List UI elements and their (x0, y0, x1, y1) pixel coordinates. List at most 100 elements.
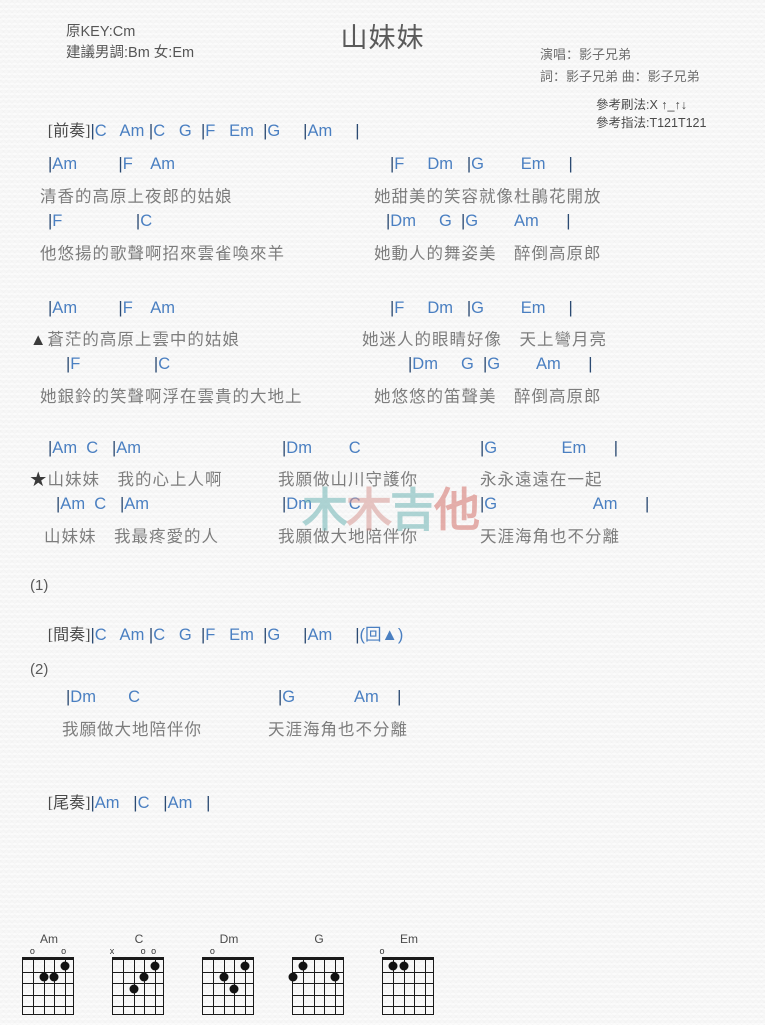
interlude-tag: [間奏] (47, 627, 91, 644)
verse2-chords-a-right: |F Dm |G Em | (390, 299, 573, 317)
chorus-chords-a-mid: |Dm C (282, 439, 361, 457)
chorus-chords-b-right: |G Am | (480, 495, 650, 513)
singer-credit: 演唱：影子兄弟 (540, 47, 632, 62)
fret-line (203, 994, 253, 996)
chord-open-string-markers: o (202, 946, 256, 957)
finger-dot (399, 961, 409, 971)
open-string-icon: o (140, 946, 146, 956)
ending-lyric-left: 我願做大地陪伴你 (62, 720, 202, 739)
chord-fretboard (288, 957, 344, 1015)
verse1-lyric-b-left: 他悠揚的歌聲啊招來雲雀喚來羊 (40, 244, 285, 263)
interlude-chords: |C Am |C G |F Em |G |Am |(回▲) (90, 626, 404, 644)
writer-credit: 詞：影子兄弟 曲：影子兄弟 (540, 69, 700, 84)
ending-chords-left: |Dm C (66, 688, 141, 706)
fret-line (383, 1006, 433, 1008)
fret-line (293, 994, 343, 996)
verse2-lyric-a-left-text: 蒼茫的高原上雲中的姑娘 (47, 330, 240, 349)
open-string-icon: o (209, 946, 215, 956)
finger-dot (388, 961, 398, 971)
verse1-lyric-a-left: 清香的高原上夜郎的姑娘 (40, 187, 233, 206)
repeat-number-1: (1) (30, 577, 49, 594)
fret-line (383, 983, 433, 985)
finger-dot (150, 961, 160, 971)
chord-diagram-strip: Am o o Cx o o Dm o G Em o (22, 932, 436, 1015)
verse2-lyric-b-right: 她悠悠的笛聲美 醉倒高原郎 (374, 387, 602, 406)
fret-line (203, 971, 253, 973)
intro-row: [前奏]|C Am |C G |F Em |G |Am | (30, 99, 360, 159)
chord-diagram-dm: Dm o (202, 932, 256, 1015)
fret-line (113, 994, 163, 996)
chord-fretboard (22, 957, 74, 1015)
chorus-chords-a-right: |G Em | (480, 439, 619, 457)
fret-line (293, 1006, 343, 1008)
chord-diagram-c: Cx oo (109, 932, 166, 1015)
chord-diagram-name: Em (400, 932, 418, 946)
chorus-lyric-b-left: 山妹妹 我最疼愛的人 (44, 527, 219, 546)
chorus-lyric-a-left-text: 山妹妹 我的心上人啊 (47, 470, 223, 489)
verse2-chords-b-right: |Dm G |G Am | (408, 355, 593, 373)
finger-dot (288, 972, 298, 982)
chord-diagram-name: G (314, 932, 324, 946)
chord-open-string-markers: o (379, 946, 436, 957)
pattern-block: 參考刷法:X ↑_↑↓ 參考指法:T121T121 (596, 96, 706, 132)
fret-line (383, 994, 433, 996)
outro-row: [尾奏]|Am |C |Am | (30, 771, 211, 831)
finger-dot (139, 972, 149, 982)
verse2-lyric-a-left: ▲蒼茫的高原上雲中的姑娘 (30, 326, 240, 350)
chorus-chords-b-left: |Am C |Am (56, 495, 150, 513)
chord-fretboard (382, 957, 434, 1015)
intro-tag: [前奏] (47, 123, 91, 140)
finger-dot (60, 961, 70, 971)
verse2-lyric-a-right: 她迷人的眼睛好像 天上彎月亮 (362, 330, 607, 349)
fret-line (113, 983, 163, 985)
chord-diagram-name: Dm (219, 932, 239, 946)
verse1-chords-a-right: |F Dm |G Em | (390, 155, 573, 173)
verse2-lyric-b-left: 她銀鈴的笑聲啊浮在雲貴的大地上 (40, 387, 303, 406)
open-string-icon: o (151, 946, 157, 956)
finger-dot (129, 984, 139, 994)
outro-tag: [尾奏] (47, 795, 91, 812)
fret-line (113, 1006, 163, 1008)
fret-line (203, 1006, 253, 1008)
star-marker-icon: ★ (30, 470, 48, 489)
ending-lyric-right: 天涯海角也不分離 (268, 720, 408, 739)
verse1-chords-b-left: |F |C (48, 212, 153, 230)
fret-line (23, 971, 73, 973)
verse1-chords-a-left: |Am |F Am (48, 155, 176, 173)
chorus-lyric-a-right: 永永遠遠在一起 (480, 470, 603, 489)
interlude-row: [間奏]|C Am |C G |F Em |G |Am |(回▲) (30, 603, 404, 663)
watermark-char-4: 他 (434, 484, 480, 536)
verse2-chords-b-left: |F |C (66, 355, 171, 373)
finger-dot (229, 984, 239, 994)
chord-diagram-am: Am o o (22, 932, 76, 1015)
verse1-lyric-a-right: 她甜美的笑容就像杜鵑花開放 (374, 187, 602, 206)
chord-sheet-page: 原KEY:Cm 建議男調:Bm 女:Em 山妹妹 演唱：影子兄弟 詞：影子兄弟 … (0, 0, 765, 1025)
finger-pattern: 參考指法:T121T121 (596, 116, 707, 130)
open-string-icon: o (379, 946, 385, 956)
triangle-marker-icon: ▲ (30, 330, 48, 349)
chorus-lyric-a-left: ★山妹妹 我的心上人啊 (30, 466, 223, 490)
verse1-lyric-b-right: 她動人的舞姿美 醉倒高原郎 (374, 244, 602, 263)
outro-chords: |Am |C |Am | (90, 794, 211, 812)
finger-dot (298, 961, 308, 971)
fret-line (203, 983, 253, 985)
finger-dot (49, 972, 59, 982)
chord-open-string-markers: x oo (109, 946, 166, 957)
chorus-chords-a-left: |Am C |Am (48, 439, 142, 457)
chord-open-string-markers (292, 946, 346, 957)
open-string-icon: o (61, 946, 67, 956)
fret-line (23, 1006, 73, 1008)
finger-dot (330, 972, 340, 982)
chord-diagram-name: C (134, 932, 144, 946)
finger-dot (219, 972, 229, 982)
chord-diagram-em: Em o (379, 932, 436, 1015)
chorus-lyric-b-mid: 我願做大地陪伴你 (278, 527, 418, 546)
verse2-chords-a-left: |Am |F Am (48, 299, 176, 317)
finger-dot (39, 972, 49, 982)
credits-block: 演唱：影子兄弟 詞：影子兄弟 曲：影子兄弟 (540, 44, 700, 88)
verse1-chords-b-right: |Dm G |G Am | (386, 212, 571, 230)
muted-string-icon: x (109, 946, 115, 956)
chord-fretboard (202, 957, 254, 1015)
fret-line (383, 971, 433, 973)
open-string-icon: o (29, 946, 35, 956)
